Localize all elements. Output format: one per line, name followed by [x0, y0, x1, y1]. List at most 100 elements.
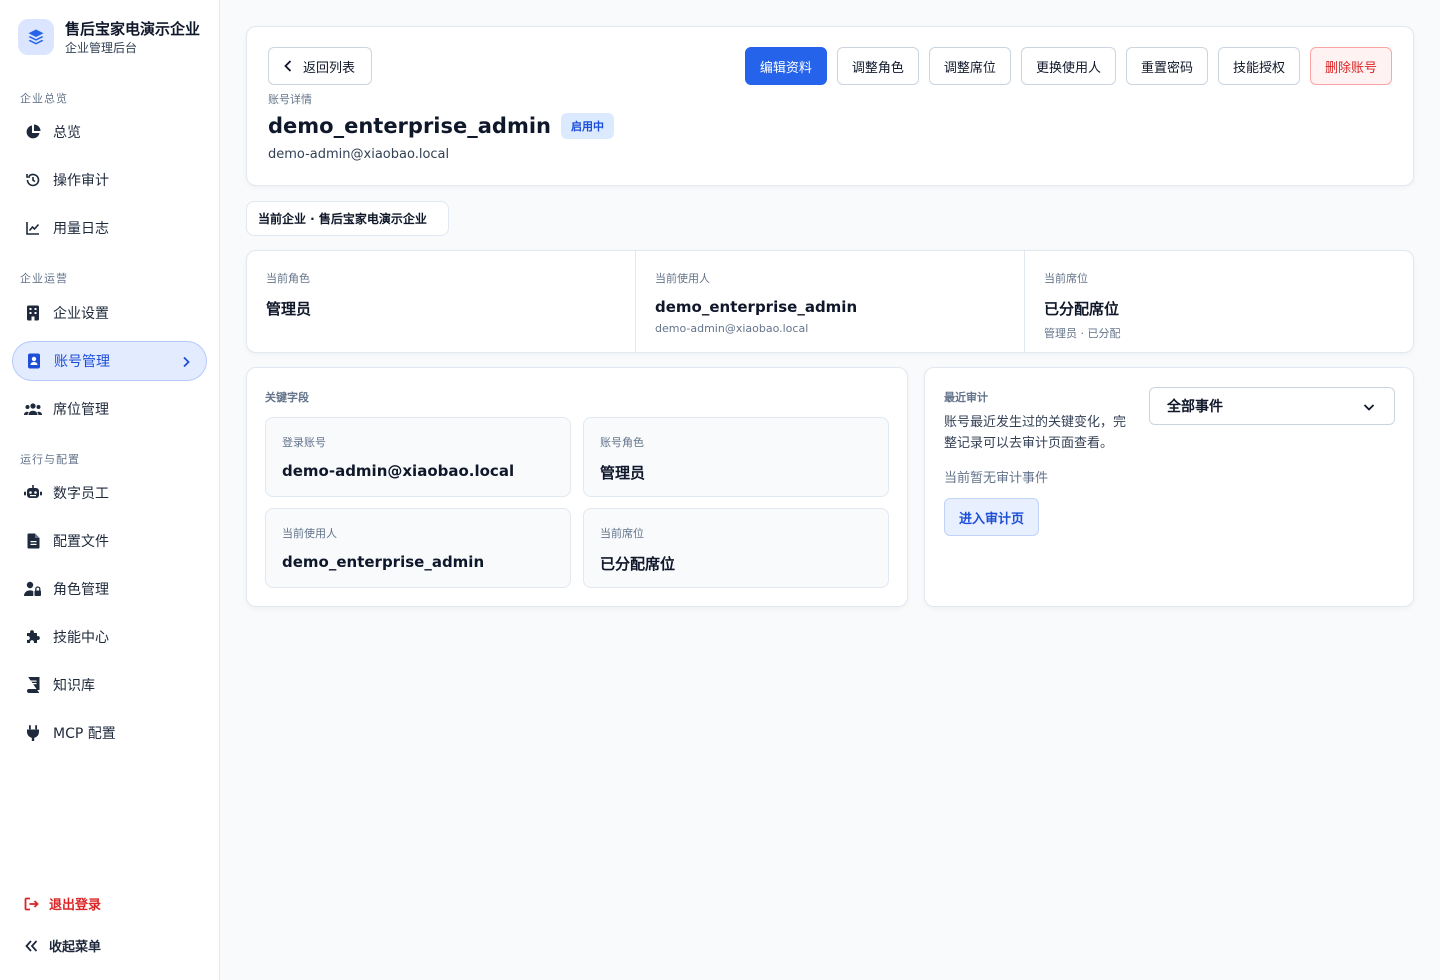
- layers-icon: [18, 19, 54, 55]
- audit-empty-state: 当前暂无审计事件: [944, 471, 1049, 486]
- sidebar-item-overview[interactable]: 总览: [12, 112, 207, 152]
- sidebar-item-label: 知识库: [53, 678, 95, 694]
- recent-audit-card: 最近审计 账号最近发生过的关键变化，完整记录可以去审计页面查看。 当前暂无审计事…: [924, 367, 1414, 607]
- logout-label: 退出登录: [49, 898, 102, 913]
- chevron-down-icon: [1362, 400, 1376, 414]
- event-filter-value: 全部事件: [1167, 399, 1223, 415]
- change-user-button[interactable]: 更换使用人: [1020, 47, 1116, 85]
- field-label: 当前席位: [600, 527, 644, 540]
- status-badge: 启用中: [560, 113, 614, 139]
- brand-title: 售后宝家电演示企业: [65, 20, 201, 38]
- user-lock-icon: [24, 580, 42, 598]
- file-icon: [24, 532, 42, 550]
- summary-sub: demo-admin@xiaobao.local: [655, 322, 809, 335]
- reset-password-button[interactable]: 重置密码: [1125, 47, 1208, 85]
- page-title-row: demo_enterprise_admin 启用中: [268, 113, 614, 139]
- sidebar-item-audit[interactable]: 操作审计: [12, 160, 207, 200]
- field-current-seat: 当前席位 已分配席位: [583, 508, 889, 588]
- section-label-overview: 企业总览: [20, 92, 68, 105]
- go-to-audit-button[interactable]: 进入审计页: [944, 498, 1040, 536]
- summary-label: 当前角色: [266, 272, 310, 285]
- field-label: 当前使用人: [282, 527, 337, 540]
- sidebar-item-label: 技能中心: [53, 630, 109, 646]
- sidebar-item-label: MCP 配置: [53, 726, 116, 742]
- logout-button[interactable]: 退出登录: [24, 894, 101, 913]
- summary-user: 当前使用人 demo_enterprise_admin demo-admin@x…: [636, 251, 1025, 352]
- sidebar-item-label: 企业设置: [53, 306, 109, 322]
- back-to-list-button[interactable]: 返回列表: [268, 47, 372, 85]
- sidebar-item-enterprise-settings[interactable]: 企业设置: [12, 293, 207, 333]
- sidebar-item-account-management[interactable]: 账号管理: [12, 341, 207, 381]
- field-login-account: 登录账号 demo-admin@xiaobao.local: [265, 417, 571, 497]
- summary-value: 已分配席位: [1044, 300, 1120, 318]
- adjust-role-button[interactable]: 调整角色: [836, 47, 919, 85]
- summary-value: demo_enterprise_admin: [655, 298, 858, 316]
- users-icon: [24, 400, 42, 418]
- field-current-user: 当前使用人 demo_enterprise_admin: [265, 508, 571, 588]
- sidebar-item-label: 用量日志: [53, 221, 109, 237]
- sidebar-item-label: 角色管理: [53, 582, 109, 598]
- key-fields-title: 关键字段: [265, 391, 309, 404]
- id-badge-icon: [25, 352, 43, 370]
- sidebar-item-label: 操作审计: [53, 173, 109, 189]
- field-label: 账号角色: [600, 436, 644, 449]
- back-to-list-label: 返回列表: [303, 60, 356, 76]
- summary-label: 当前席位: [1044, 272, 1088, 285]
- sidebar-item-seat-management[interactable]: 席位管理: [12, 389, 207, 429]
- field-value: demo_enterprise_admin: [282, 553, 485, 571]
- logout-icon: [24, 897, 39, 911]
- key-fields-card: 关键字段 登录账号 demo-admin@xiaobao.local 账号角色 …: [246, 367, 908, 607]
- page-title: demo_enterprise_admin: [268, 114, 551, 138]
- summary-label: 当前使用人: [655, 272, 710, 285]
- sidebar-item-role-management[interactable]: 角色管理: [12, 569, 207, 609]
- puzzle-icon: [24, 628, 42, 646]
- summary-seat: 当前席位 已分配席位 管理员 · 已分配: [1025, 251, 1413, 352]
- audit-title: 最近审计: [944, 391, 988, 404]
- building-icon: [24, 304, 42, 322]
- brand-subtitle: 企业管理后台: [65, 41, 138, 55]
- section-label-operations: 企业运营: [20, 272, 68, 285]
- sidebar-item-knowledge-base[interactable]: 知识库: [12, 665, 207, 705]
- field-label: 登录账号: [282, 436, 326, 449]
- sidebar-item-usage-log[interactable]: 用量日志: [12, 208, 207, 248]
- event-filter-select[interactable]: 全部事件: [1149, 387, 1395, 425]
- line-chart-icon: [24, 219, 42, 237]
- account-email: demo-admin@xiaobao.local: [268, 147, 450, 162]
- adjust-seat-button[interactable]: 调整席位: [928, 47, 1011, 85]
- summary-card: 当前角色 管理员 当前使用人 demo_enterprise_admin dem…: [246, 250, 1414, 353]
- sidebar-item-label: 总览: [53, 125, 81, 141]
- sidebar-item-label: 账号管理: [54, 354, 110, 370]
- summary-role: 当前角色 管理员: [247, 251, 636, 352]
- plug-icon: [24, 724, 42, 742]
- double-chevron-left-icon: [24, 939, 39, 953]
- section-label: 账号详情: [268, 93, 312, 106]
- section-label-runtime: 运行与配置: [20, 453, 80, 466]
- sidebar-item-skill-center[interactable]: 技能中心: [12, 617, 207, 657]
- pie-chart-icon: [24, 123, 42, 141]
- sidebar-item-config-files[interactable]: 配置文件: [12, 521, 207, 561]
- sidebar: 售后宝家电演示企业 企业管理后台 企业总览 总览 操作审计 用量日志 企业运营 …: [0, 0, 220, 980]
- field-value: demo-admin@xiaobao.local: [282, 462, 515, 480]
- current-company-chip: 当前企业 · 售后宝家电演示企业: [246, 201, 449, 236]
- collapse-menu-label: 收起菜单: [49, 940, 102, 955]
- delete-account-button[interactable]: 删除账号: [1309, 47, 1392, 85]
- sidebar-item-label: 数字员工: [53, 486, 109, 502]
- field-value: 已分配席位: [600, 555, 676, 573]
- history-icon: [24, 171, 42, 189]
- book-icon: [24, 676, 42, 694]
- action-toolbar: 编辑资料 调整角色 调整席位 更换使用人 重置密码 技能授权 删除账号: [744, 47, 1392, 85]
- field-value: 管理员: [600, 464, 646, 482]
- robot-icon: [24, 484, 42, 502]
- edit-profile-button[interactable]: 编辑资料: [744, 47, 827, 85]
- audit-description: 账号最近发生过的关键变化，完整记录可以去审计页面查看。: [944, 415, 1127, 451]
- collapse-menu-button[interactable]: 收起菜单: [24, 936, 101, 955]
- summary-value: 管理员: [266, 300, 312, 318]
- summary-sub: 管理员 · 已分配: [1044, 327, 1121, 340]
- skill-authorization-button[interactable]: 技能授权: [1217, 47, 1300, 85]
- sidebar-item-digital-employee[interactable]: 数字员工: [12, 473, 207, 513]
- sidebar-item-mcp-config[interactable]: MCP 配置: [12, 713, 207, 753]
- sidebar-item-label: 配置文件: [53, 534, 109, 550]
- account-header-card: 返回列表 编辑资料 调整角色 调整席位 更换使用人 重置密码 技能授权 删除账号…: [246, 26, 1414, 186]
- field-account-role: 账号角色 管理员: [583, 417, 889, 497]
- chevron-right-icon: [180, 354, 192, 373]
